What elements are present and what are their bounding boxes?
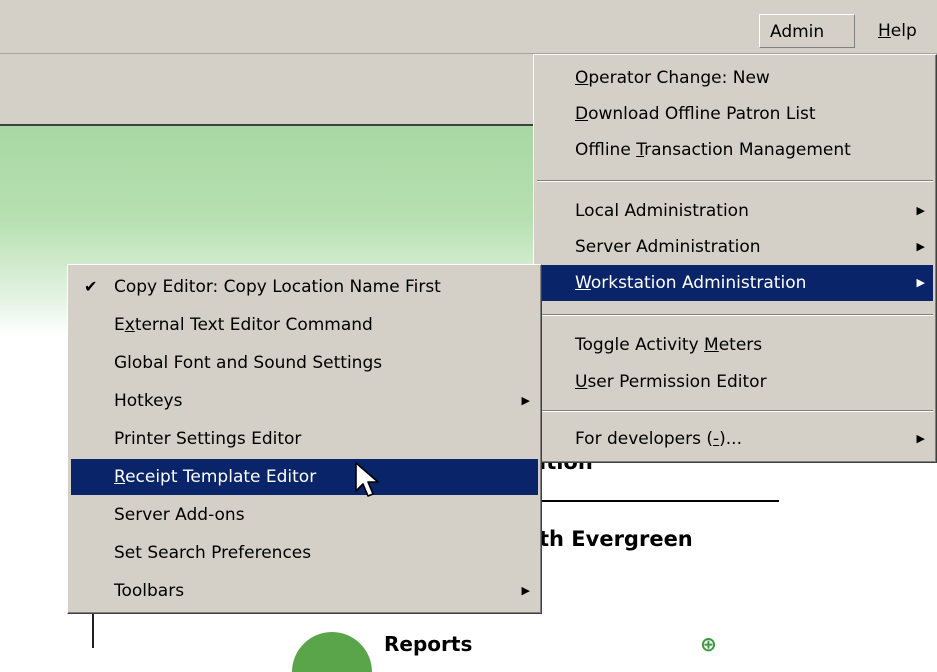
menu-item-label: Hotkeys (114, 391, 183, 411)
workstation-admin-submenu: ✔ Copy Editor: Copy Location Name First … (67, 264, 542, 614)
submenu-arrow-icon: ▶ (521, 394, 530, 407)
menu-item-toolbars[interactable]: Toolbars ▶ (71, 573, 538, 609)
label-text: Toggle Activity (575, 335, 705, 355)
reports-link[interactable]: Reports (384, 632, 472, 656)
label-text: Offline (575, 140, 637, 160)
menu-item-label: Copy Editor: Copy Location Name First (114, 277, 441, 297)
menu-item-global-font-sound-settings[interactable]: Global Font and Sound Settings (71, 345, 538, 381)
label-text: eceipt Template Editor (125, 467, 317, 487)
menu-item-label: Set Search Preferences (114, 543, 312, 563)
add-icon[interactable]: ⊕ (700, 632, 717, 656)
submenu-arrow-icon: ▶ (916, 204, 925, 217)
label-text: E (114, 315, 125, 335)
hotkey-char: D (575, 104, 589, 124)
menu-separator (537, 180, 933, 182)
menu-item-label: External Text Editor Command (114, 307, 373, 343)
menu-item-offline-transaction-management[interactable]: Offline Transaction Management (537, 132, 933, 168)
label-text: ternal Text Editor Command (134, 315, 373, 335)
label-text: perator Change: New (588, 68, 770, 88)
checkmark-icon: ✔ (84, 277, 98, 296)
menu-item-toggle-activity-meters[interactable]: Toggle Activity Meters (537, 327, 933, 363)
menu-item-for-developers[interactable]: For developers (-)... ▶ (537, 421, 933, 457)
submenu-arrow-icon: ▶ (521, 584, 530, 597)
label-text: For developers ( (575, 429, 713, 449)
menu-item-label: User Permission Editor (575, 364, 767, 400)
menu-item-label: Toolbars (114, 581, 185, 601)
menu-item-external-text-editor-command[interactable]: External Text Editor Command (71, 307, 538, 343)
menu-item-download-offline-patron-list[interactable]: Download Offline Patron List (537, 96, 933, 132)
menu-item-receipt-template-editor[interactable]: Receipt Template Editor (71, 459, 538, 495)
menu-item-label: Toggle Activity Meters (575, 327, 762, 363)
menu-item-workstation-administration[interactable]: Workstation Administration ▶ (537, 265, 933, 301)
label-text: ransaction Management (644, 140, 851, 160)
menu-item-label: Receipt Template Editor (114, 459, 316, 495)
menu-item-server-administration[interactable]: Server Administration ▶ (537, 229, 933, 265)
label-text: eters (718, 335, 763, 355)
portal-divider (539, 500, 779, 502)
submenu-arrow-icon: ▶ (916, 432, 925, 445)
label-text: )... (719, 429, 742, 449)
hotkey-char: O (575, 68, 589, 88)
menu-item-label: Server Administration (575, 237, 761, 257)
menu-item-user-permission-editor[interactable]: User Permission Editor (537, 364, 933, 400)
menu-item-printer-settings-editor[interactable]: Printer Settings Editor (71, 421, 538, 457)
menu-item-set-search-preferences[interactable]: Set Search Preferences (71, 535, 538, 571)
menu-item-operator-change[interactable]: Operator Change: New (537, 60, 933, 96)
admin-dropdown-menu: Operator Change: New Download Offline Pa… (533, 54, 937, 463)
hotkey-char: T (636, 140, 645, 160)
hotkey-char: R (114, 467, 126, 487)
menu-item-label: For developers (-)... (575, 421, 742, 457)
reports-icon[interactable] (292, 632, 372, 672)
hotkey-char: W (575, 273, 591, 293)
submenu-arrow-icon: ▶ (916, 240, 925, 253)
help-menu-title[interactable]: Help (868, 14, 927, 48)
menu-item-label: Printer Settings Editor (114, 429, 302, 449)
label-text: ser Permission Editor (587, 372, 767, 392)
menu-item-label: Local Administration (575, 201, 749, 221)
menu-separator (537, 314, 933, 316)
hotkey-char: M (704, 335, 719, 355)
hotkey-char: x (124, 315, 135, 335)
menu-item-label: Offline Transaction Management (575, 132, 851, 168)
menu-item-server-add-ons[interactable]: Server Add-ons (71, 497, 538, 533)
label-text: ownload Offline Patron List (588, 104, 816, 124)
menubar: Admin (-) Help (0, 0, 937, 76)
help-label-post: elp (890, 21, 917, 41)
menu-item-label: Global Font and Sound Settings (114, 353, 383, 373)
help-label-hotkey: H (878, 21, 891, 41)
menu-item-copy-editor-location-first[interactable]: ✔ Copy Editor: Copy Location Name First (71, 269, 538, 305)
menu-item-label: Download Offline Patron List (575, 96, 816, 132)
menu-item-label: Server Add-ons (114, 505, 245, 525)
menu-item-local-administration[interactable]: Local Administration ▶ (537, 193, 933, 229)
menu-item-label: Operator Change: New (575, 60, 770, 96)
menu-item-hotkeys[interactable]: Hotkeys ▶ (71, 383, 538, 419)
menu-item-label: Workstation Administration (575, 265, 806, 301)
portal-subtitle: th Evergreen (539, 527, 693, 551)
admin-menu-title[interactable]: Admin (-) (759, 14, 855, 76)
submenu-arrow-icon: ▶ (916, 276, 925, 289)
hotkey-char: U (575, 372, 588, 392)
mouse-pointer-icon (355, 462, 379, 497)
label-text: orkstation Administration (590, 273, 807, 293)
menu-separator (537, 410, 933, 412)
